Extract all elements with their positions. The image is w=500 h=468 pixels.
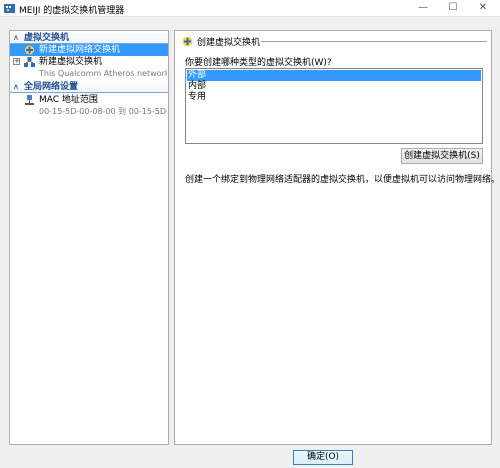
new-switch-icon <box>182 36 193 47</box>
collapse-toggle-icon[interactable]: ∧ <box>13 32 19 44</box>
switch-type-option-private[interactable]: 专用 <box>187 92 481 103</box>
switch-manager-icon <box>4 4 15 13</box>
create-virtual-switch-button[interactable]: 创建虚拟交换机(S) <box>401 148 483 164</box>
maximize-button[interactable]: ☐ <box>438 0 468 16</box>
heading-divider <box>261 41 487 42</box>
tree-item-new-virtual-switch[interactable]: + 新建虚拟交换机 <box>10 56 168 68</box>
section-global-network-settings[interactable]: ∧ 全局网络设置 <box>10 81 168 93</box>
window-client-area: ∧ 虚拟交换机 新建虚拟网络交换机 + 新建虚拟交换机 This Qualcom… <box>0 17 500 468</box>
tree-item-label: 新建虚拟网络交换机 <box>39 45 121 55</box>
window-title: MEIJI 的虚拟交换机管理器 <box>19 6 125 16</box>
section-label: 全局网络设置 <box>24 82 79 92</box>
switch-type-option-external[interactable]: 外部 <box>187 70 481 81</box>
ok-button[interactable]: 确定(O) <box>293 450 353 465</box>
tree-item-label: MAC 地址范围 <box>39 95 98 105</box>
switch-type-option-internal[interactable]: 内部 <box>187 81 481 92</box>
minimize-button[interactable]: — <box>408 0 438 16</box>
navigation-pane: ∧ 虚拟交换机 新建虚拟网络交换机 + 新建虚拟交换机 This Qualcom… <box>9 30 169 445</box>
tree-item-subtitle: This Qualcomm Atheros network C... <box>39 69 167 78</box>
section-virtual-switches[interactable]: ∧ 虚拟交换机 <box>10 32 168 44</box>
switch-type-listbox[interactable]: 外部 内部 专用 <box>185 68 483 144</box>
expand-icon[interactable]: + <box>13 58 20 65</box>
switch-type-description: 创建一个绑定到物理网络适配器的虚拟交换机，以便虚拟机可以访问物理网络。 <box>185 175 500 185</box>
title-bar: MEIJI 的虚拟交换机管理器 — ☐ ✕ <box>0 0 500 17</box>
network-switch-icon <box>24 57 35 67</box>
switch-type-prompt: 你要创建哪种类型的虚拟交换机(W)? <box>185 58 332 68</box>
tree-item-mac-address-range[interactable]: MAC 地址范围 <box>10 94 168 106</box>
tree-item-label: 新建虚拟交换机 <box>39 57 103 67</box>
close-button[interactable]: ✕ <box>468 0 498 16</box>
collapse-toggle-icon[interactable]: ∧ <box>13 81 19 93</box>
new-switch-icon <box>25 45 34 55</box>
tree-item-new-virtual-network-switch[interactable]: 新建虚拟网络交换机 <box>10 44 168 56</box>
mac-address-icon <box>25 95 34 105</box>
tree-item-subtitle: 00-15-5D-00-08-00 到 00-15-5D-0... <box>39 107 167 116</box>
section-label: 虚拟交换机 <box>24 33 70 43</box>
section-heading: 创建虚拟交换机 <box>197 38 261 48</box>
details-pane: 创建虚拟交换机 你要创建哪种类型的虚拟交换机(W)? 外部 内部 专用 创建虚拟… <box>174 30 500 445</box>
